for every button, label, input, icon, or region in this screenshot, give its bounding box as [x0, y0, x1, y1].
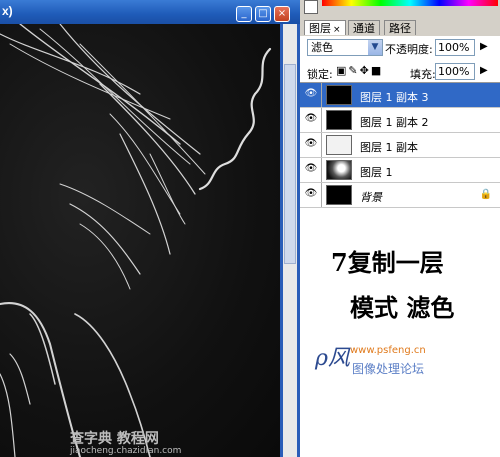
divider	[321, 158, 322, 182]
eye-icon[interactable]: 👁	[304, 163, 318, 175]
minimize-button[interactable]: _	[236, 6, 252, 22]
layer-thumbnail	[326, 160, 352, 180]
layers-panel-area: 图层 × 通道 路径 滤色 ▼ 不透明度: 100% ▶ 锁定: ▣✎✥■ 填充:…	[300, 0, 500, 457]
close-tab-icon[interactable]: ×	[333, 25, 341, 35]
layer-thumbnail	[326, 135, 352, 155]
layer-row[interactable]: 👁 背景 🔒	[300, 183, 500, 208]
blend-mode-select[interactable]: 滤色 ▼	[307, 39, 383, 56]
panel-tabs: 图层 × 通道 路径	[300, 18, 500, 36]
divider	[321, 183, 322, 207]
fill-input[interactable]: 100%	[435, 63, 475, 80]
layer-name: 背景	[360, 191, 382, 204]
document-title: x)	[2, 4, 13, 18]
tab-paths-label: 路径	[389, 22, 411, 35]
tab-layers-label: 图层	[309, 22, 331, 35]
annotation-line-2: 模式 滤色	[350, 293, 455, 322]
image-canvas[interactable]	[0, 24, 280, 457]
glowing-edges-artwork	[0, 24, 272, 457]
layer-name: 图层 1	[360, 166, 393, 179]
lock-label: 锁定:	[307, 68, 333, 81]
layer-thumbnail	[326, 185, 352, 205]
divider	[321, 108, 322, 132]
layer-row[interactable]: 👁 图层 1 副本	[300, 133, 500, 158]
eye-icon[interactable]: 👁	[304, 88, 318, 100]
layer-row[interactable]: 👁 图层 1	[300, 158, 500, 183]
close-button[interactable]: ×	[274, 6, 290, 22]
layer-options: 滤色 ▼ 不透明度: 100% ▶ 锁定: ▣✎✥■ 填充: 100% ▶	[300, 36, 500, 82]
opacity-label: 不透明度:	[385, 43, 433, 56]
opacity-input[interactable]: 100%	[435, 39, 475, 56]
vertical-scrollbar[interactable]	[280, 24, 300, 457]
fill-label: 填充:	[410, 68, 436, 81]
divider	[321, 133, 322, 157]
eye-icon[interactable]: 👁	[304, 188, 318, 200]
document-window: x) _ □ ×	[0, 0, 300, 457]
opacity-arrow-icon[interactable]: ▶	[480, 41, 488, 52]
blend-mode-value: 滤色	[311, 41, 333, 54]
tab-channels[interactable]: 通道	[348, 20, 380, 35]
maximize-button[interactable]: □	[255, 6, 271, 22]
lock-paint-icon[interactable]: ✎	[348, 64, 359, 77]
layers-list: 👁 图层 1 副本 3 👁 图层 1 副本 2 👁 图层 1 副本 👁 图层 1…	[300, 82, 500, 209]
lock-buttons: ▣✎✥■	[336, 64, 383, 77]
layer-name: 图层 1 副本	[360, 141, 418, 154]
fill-arrow-icon[interactable]: ▶	[480, 65, 488, 76]
watermark-site: www.psfeng.cn	[350, 345, 426, 356]
document-icon[interactable]	[304, 0, 318, 14]
tab-layers[interactable]: 图层 ×	[304, 20, 346, 35]
layer-thumbnail	[326, 85, 352, 105]
tab-paths[interactable]: 路径	[384, 20, 416, 35]
scrollbar-thumb[interactable]	[284, 64, 296, 264]
layer-thumbnail	[326, 110, 352, 130]
layer-name: 图层 1 副本 2	[360, 116, 429, 129]
chevron-down-icon[interactable]: ▼	[368, 40, 382, 55]
document-titlebar[interactable]: x) _ □ ×	[0, 0, 300, 24]
annotation-line-1: 7复制一层	[331, 248, 444, 277]
layer-row[interactable]: 👁 图层 1 副本 2	[300, 108, 500, 133]
layer-name: 图层 1 副本 3	[360, 91, 429, 104]
lock-move-icon[interactable]: ✥	[360, 64, 371, 77]
layer-row[interactable]: 👁 图层 1 副本 3	[300, 83, 500, 108]
color-spectrum-bar[interactable]	[322, 0, 498, 6]
eye-icon[interactable]: 👁	[304, 113, 318, 125]
lock-transparent-icon[interactable]: ▣	[336, 64, 348, 77]
tab-channels-label: 通道	[353, 22, 375, 35]
bottom-watermark: 查字典 教程网	[70, 431, 159, 447]
divider	[321, 83, 322, 107]
bottom-watermark-site: jiaocheng.chazidian.com	[70, 446, 182, 456]
lock-icon: 🔒	[479, 189, 492, 200]
watermark-forum: 图像处理论坛	[352, 362, 425, 376]
lock-all-icon[interactable]: ■	[371, 64, 383, 77]
watermark-logo: ρ风	[315, 346, 350, 371]
panel-top-strip	[300, 0, 500, 18]
eye-icon[interactable]: 👁	[304, 138, 318, 150]
